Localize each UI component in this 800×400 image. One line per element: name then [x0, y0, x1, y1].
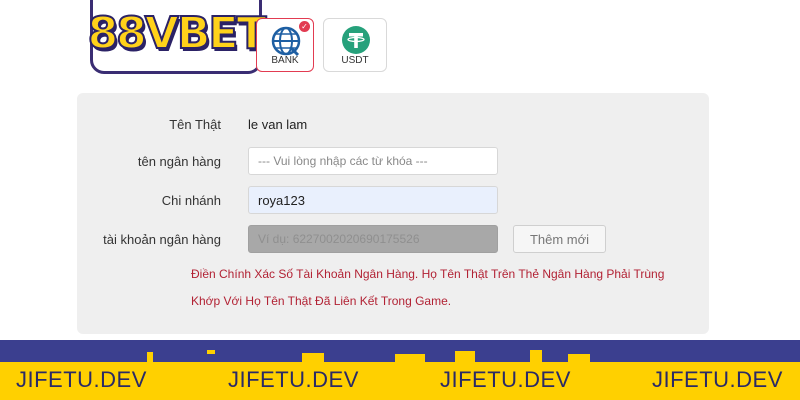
account-number-input[interactable]	[248, 225, 498, 253]
promo-banner	[0, 340, 800, 362]
method-bank-label: BANK	[271, 55, 299, 66]
method-usdt-label: USDT	[341, 55, 369, 66]
add-new-button[interactable]: Thêm mới	[513, 225, 606, 253]
real-name-label: Tên Thật	[169, 117, 221, 132]
watermark-text: JIFETU.DEV	[16, 367, 147, 392]
bank-name-input[interactable]	[248, 147, 498, 175]
banner-partial-glyphs	[147, 350, 590, 362]
watermark-text: JIFETU.DEV	[652, 367, 783, 392]
watermark-text: JIFETU.DEV	[228, 367, 359, 392]
watermark-strip: JIFETU.DEV JIFETU.DEV JIFETU.DEV JIFETU.…	[0, 362, 800, 400]
account-number-label: tài khoản ngân hàng	[103, 232, 221, 247]
method-bank-button[interactable]: ✓ BANK	[256, 18, 314, 72]
branch-input[interactable]	[248, 186, 498, 214]
notice-line-2: Khớp Với Họ Tên Thật Đã Liên Kết Trong G…	[191, 294, 452, 308]
brand-logo: 88VBET	[87, 0, 268, 74]
bank-name-label: tên ngân hàng	[137, 154, 221, 169]
notice-text: Điền Chính Xác Số Tài Khoản Ngân Hàng. H…	[191, 261, 711, 315]
bank-form-panel: Tên Thật le van lam tên ngân hàng Chi nh…	[77, 93, 709, 334]
branch-label: Chi nhánh	[161, 193, 221, 208]
notice-line-1: Điền Chính Xác Số Tài Khoản Ngân Hàng. H…	[191, 267, 665, 281]
watermark-text: JIFETU.DEV	[440, 367, 571, 392]
method-usdt-button[interactable]: USDT	[323, 18, 387, 72]
real-name-value: le van lam	[248, 117, 308, 132]
tether-icon	[342, 26, 370, 54]
logo-text: 88VBET	[87, 7, 268, 60]
globe-icon	[271, 26, 301, 57]
